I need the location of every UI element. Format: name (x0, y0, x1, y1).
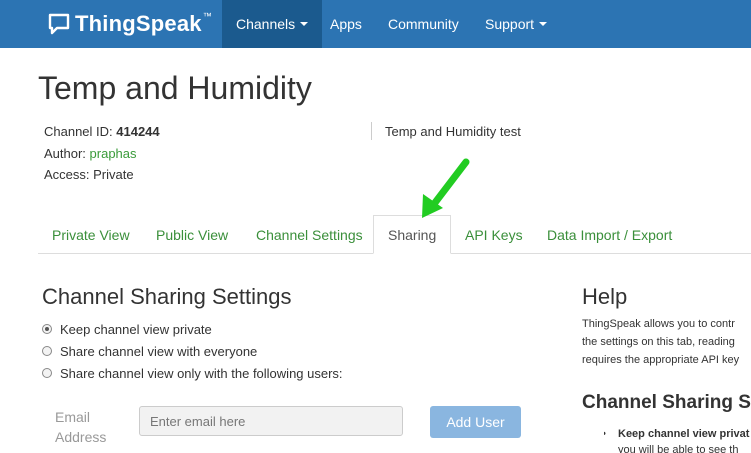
help-bullet-text: Keep channel view privat (618, 428, 750, 440)
help-text-line: the settings on this tab, reading (582, 336, 735, 348)
channel-access: Access: Private (44, 167, 134, 182)
help-text-line: requires the appropriate API key (582, 354, 740, 366)
nav-support-label: Support (485, 16, 535, 32)
help-bullet-item: Keep channel view privat (604, 428, 751, 440)
page-title: Temp and Humidity (38, 70, 312, 106)
nav-channels-label: Channels (236, 16, 296, 32)
description-divider (371, 122, 372, 140)
email-input[interactable] (139, 406, 403, 436)
nav-support[interactable]: Support (471, 0, 561, 48)
access-value: Private (93, 167, 134, 182)
sharing-section-title: Channel Sharing Settings (42, 284, 292, 309)
channel-id: Channel ID: 414244 (44, 124, 160, 139)
brand-name: ThingSpeak (75, 11, 202, 36)
author-link[interactable]: praphas (90, 146, 137, 161)
access-label: Access: (44, 167, 94, 182)
tab-data-import-export[interactable]: Data Import / Export (547, 216, 672, 254)
tab-channel-settings[interactable]: Channel Settings (256, 216, 363, 254)
radio-share-users-label: Share channel view only with the followi… (60, 365, 343, 381)
channel-id-label: Channel ID: (44, 124, 117, 139)
tab-public-view[interactable]: Public View (156, 216, 228, 254)
radio-share-everyone[interactable]: Share channel view with everyone (42, 342, 257, 360)
email-label-line2: Address (55, 429, 107, 445)
email-address-label: Email Address (55, 407, 115, 447)
caret-down-icon (300, 22, 309, 27)
green-arrow-icon (422, 158, 470, 218)
author-label: Author: (44, 146, 90, 161)
brand-trademark: ™ (202, 11, 212, 21)
radio-keep-private[interactable]: Keep channel view private (42, 320, 212, 338)
radio-button[interactable] (42, 368, 52, 378)
top-navbar: ThingSpeak ™ Channels Apps Community Sup… (0, 0, 751, 48)
tab-private-view[interactable]: Private View (52, 216, 130, 254)
nav-community-label: Community (388, 16, 459, 32)
radio-button-checked[interactable] (42, 324, 52, 334)
radio-button[interactable] (42, 346, 52, 356)
thingspeak-logo[interactable]: ThingSpeak ™ (48, 10, 212, 38)
help-bullet-continuation: you will be able to see th (618, 444, 739, 453)
channel-id-value: 414244 (116, 124, 160, 139)
help-text-line: ThingSpeak allows you to contr (582, 318, 735, 330)
radio-keep-private-label: Keep channel view private (60, 321, 212, 337)
caret-down-icon (539, 22, 548, 27)
radio-share-everyone-label: Share channel view with everyone (60, 343, 258, 359)
help-title: Help (582, 284, 628, 309)
add-user-button[interactable]: Add User (430, 406, 521, 438)
nav-apps-label: Apps (330, 16, 362, 32)
nav-apps[interactable]: Apps (316, 0, 376, 48)
help-subtitle: Channel Sharing Se (582, 392, 751, 413)
chat-bubble-icon (48, 13, 70, 35)
nav-channels[interactable]: Channels (222, 0, 323, 48)
radio-share-users[interactable]: Share channel view only with the followi… (42, 364, 343, 382)
channel-description: Temp and Humidity test (385, 124, 521, 139)
channel-author: Author: praphas (44, 146, 137, 161)
nav-community[interactable]: Community (374, 0, 473, 48)
email-label-line1: Email (55, 409, 91, 425)
